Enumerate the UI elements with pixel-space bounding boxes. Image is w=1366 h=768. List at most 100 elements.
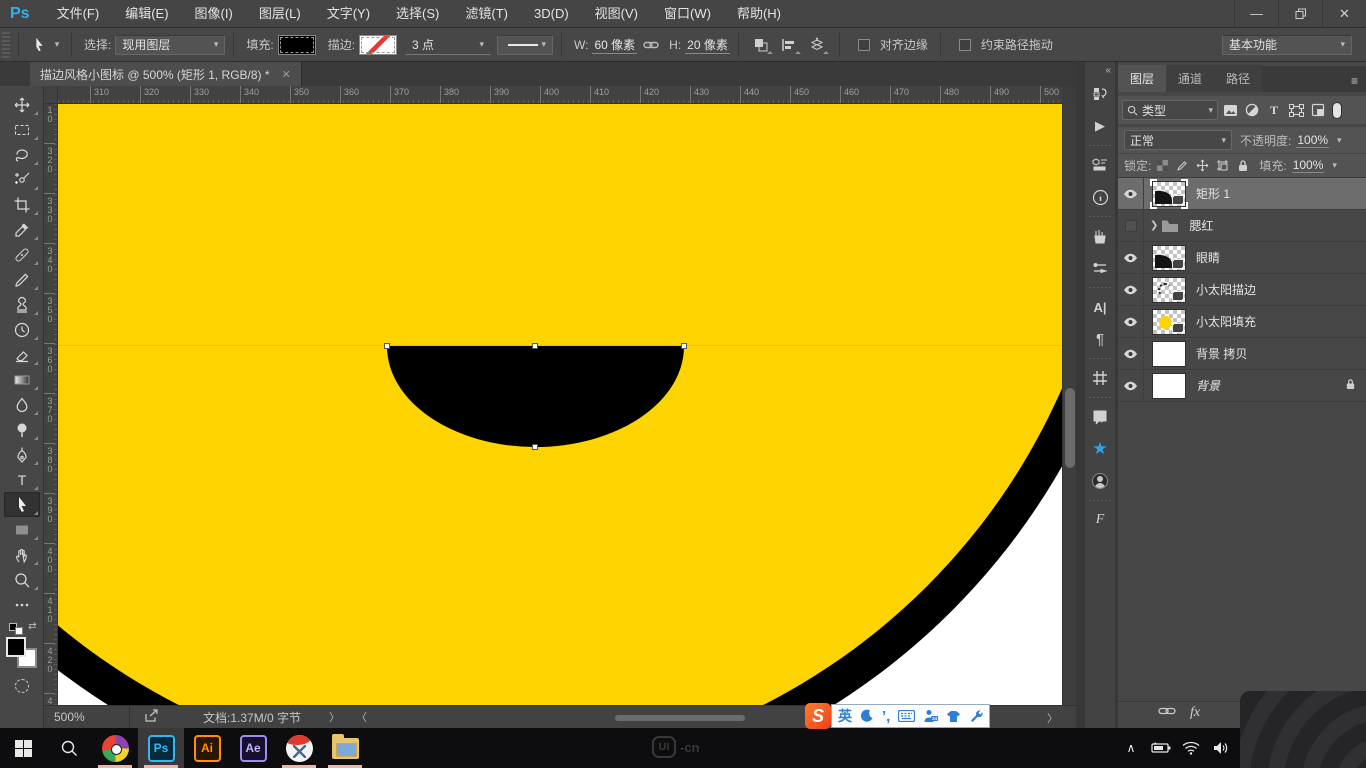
- current-tool-icon[interactable]: ▾: [30, 34, 60, 56]
- layer-name[interactable]: 小太阳描边: [1196, 281, 1256, 298]
- menu-item[interactable]: 文件(F): [44, 0, 113, 28]
- opacity-value[interactable]: 100%: [1296, 133, 1329, 148]
- tab-layers[interactable]: 图层: [1118, 65, 1166, 92]
- taskbar-app-after-effects[interactable]: Ae: [230, 728, 276, 768]
- stroke-style-dropdown[interactable]: ▾: [497, 35, 553, 55]
- layer-thumbnail[interactable]: [1152, 309, 1186, 335]
- move-tool[interactable]: [4, 92, 40, 117]
- filter-type-layers-icon[interactable]: T: [1264, 100, 1284, 120]
- more-tools-button[interactable]: [4, 592, 40, 617]
- taskbar-app-illustrator[interactable]: Ai: [184, 728, 230, 768]
- wifi-icon[interactable]: [1176, 728, 1206, 768]
- ime-moon-icon[interactable]: [860, 709, 874, 723]
- taskbar-app-chrome[interactable]: [92, 728, 138, 768]
- taskbar-app-snip[interactable]: [276, 728, 322, 768]
- filter-pixel-layers-icon[interactable]: [1220, 100, 1240, 120]
- ime-keyboard-icon[interactable]: [898, 710, 915, 722]
- restore-button[interactable]: [1278, 0, 1322, 28]
- layer-name[interactable]: 背景 拷贝: [1196, 345, 1247, 362]
- filter-adjustment-layers-icon[interactable]: [1242, 100, 1262, 120]
- status-popup-arrow[interactable]: 〉: [329, 709, 340, 725]
- history-brush-tool[interactable]: [4, 317, 40, 342]
- layer-row-background[interactable]: 背景: [1118, 370, 1366, 402]
- canvas-viewport[interactable]: [58, 104, 1062, 705]
- workspace-switcher[interactable]: 基本功能 ▾: [1222, 35, 1352, 55]
- gradient-tool[interactable]: [4, 367, 40, 392]
- swap-colors-control[interactable]: ⇄: [7, 621, 37, 635]
- clone-stamp-tool[interactable]: [4, 292, 40, 317]
- zoom-level-field[interactable]: 500%: [44, 706, 130, 729]
- layer-row-sun-fill[interactable]: 小太阳填充: [1118, 306, 1366, 338]
- vertical-scrollbar[interactable]: [1062, 104, 1076, 705]
- path-arrangement-button[interactable]: [806, 34, 828, 56]
- star-plugin-icon[interactable]: ★: [1087, 436, 1113, 462]
- layer-name[interactable]: 眼睛: [1196, 249, 1220, 266]
- account-panel-icon[interactable]: [1087, 468, 1113, 494]
- eyedropper-tool[interactable]: [4, 217, 40, 242]
- select-mode-dropdown[interactable]: 现用图层 ▾: [115, 35, 225, 55]
- dodge-tool[interactable]: [4, 417, 40, 442]
- anchor-point-top-left[interactable]: [384, 343, 390, 349]
- sogou-logo[interactable]: S: [805, 703, 831, 729]
- history-panel-icon[interactable]: [1087, 81, 1113, 107]
- ime-skin-icon[interactable]: [946, 710, 961, 723]
- paragraph-panel-icon[interactable]: ¶: [1087, 326, 1113, 352]
- scroll-right-arrow[interactable]: 〉: [1047, 710, 1058, 726]
- shape-height-field[interactable]: 20 像素: [685, 36, 730, 54]
- share-icon[interactable]: [144, 709, 159, 726]
- crop-tool[interactable]: [4, 192, 40, 217]
- menu-item[interactable]: 窗口(W): [651, 0, 724, 28]
- menu-item[interactable]: 视图(V): [582, 0, 651, 28]
- spot-healing-tool[interactable]: [4, 242, 40, 267]
- vertical-ruler[interactable]: 310320330340350360370380390400410420430: [44, 104, 58, 705]
- taskbar-app-folder[interactable]: [322, 728, 368, 768]
- pen-tool[interactable]: [4, 442, 40, 467]
- rectangle-tool[interactable]: [4, 517, 40, 542]
- layer-thumbnail[interactable]: [1152, 341, 1186, 367]
- notes-panel-icon[interactable]: [1087, 404, 1113, 430]
- battery-icon[interactable]: [1146, 728, 1176, 768]
- menu-item[interactable]: 滤镜(T): [452, 0, 521, 28]
- options-grip[interactable]: [2, 32, 10, 58]
- document-size-info[interactable]: 文档:1.37M/0 字节: [203, 709, 301, 726]
- menu-item[interactable]: 选择(S): [383, 0, 452, 28]
- anchor-point-top-right[interactable]: [681, 343, 687, 349]
- vertical-scrollbar-thumb[interactable]: [1065, 388, 1075, 468]
- tab-paths[interactable]: 路径: [1214, 65, 1262, 92]
- actions-panel-icon[interactable]: ▶: [1087, 113, 1113, 139]
- fill-dropdown-icon[interactable]: ▾: [1332, 160, 1337, 171]
- type-tool[interactable]: T: [4, 467, 40, 492]
- quick-mask-button[interactable]: [15, 679, 29, 693]
- stroke-width-dropdown[interactable]: 3 点 ▾: [405, 35, 491, 55]
- menu-item[interactable]: 图层(L): [246, 0, 314, 28]
- filter-on-off-toggle[interactable]: [1332, 102, 1342, 119]
- constrain-path-checkbox[interactable]: [959, 39, 971, 51]
- layer-row-eyes[interactable]: 眼睛: [1118, 242, 1366, 274]
- glyphs-panel-icon[interactable]: [1087, 365, 1113, 391]
- lasso-tool[interactable]: [4, 142, 40, 167]
- path-selection-tool[interactable]: [4, 492, 40, 517]
- layer-row-group[interactable]: ❯ 腮红: [1118, 210, 1366, 242]
- visibility-toggle[interactable]: [1118, 178, 1144, 210]
- lock-transparency-icon[interactable]: [1154, 157, 1171, 174]
- document-tab[interactable]: 描边风格小图标 @ 500% (矩形 1, RGB/8) * ✕: [30, 62, 302, 86]
- ime-toolbox-icon[interactable]: [969, 709, 983, 723]
- layer-name[interactable]: 小太阳填充: [1196, 313, 1256, 330]
- visibility-toggle[interactable]: [1118, 274, 1144, 306]
- link-dimensions-icon[interactable]: [640, 34, 662, 56]
- menu-item[interactable]: 3D(D): [521, 0, 582, 28]
- visibility-toggle[interactable]: [1118, 242, 1144, 274]
- shape-width-field[interactable]: 60 像素: [592, 36, 637, 54]
- layer-name[interactable]: 矩形 1: [1196, 185, 1230, 202]
- scroll-left-arrow[interactable]: 〈: [356, 709, 367, 725]
- properties-panel-icon[interactable]: [1087, 152, 1113, 178]
- filter-shape-layers-icon[interactable]: [1286, 100, 1306, 120]
- layer-thumbnail[interactable]: [1152, 245, 1186, 271]
- stroke-color-swatch[interactable]: [359, 35, 397, 55]
- blur-tool[interactable]: [4, 392, 40, 417]
- layer-thumbnail[interactable]: [1152, 373, 1186, 399]
- horizontal-ruler[interactable]: 3103203303403503603703803904004104204304…: [58, 86, 1062, 104]
- path-alignment-button[interactable]: [778, 34, 800, 56]
- ime-person-24-icon[interactable]: 24: [923, 709, 938, 723]
- brush-tool[interactable]: [4, 267, 40, 292]
